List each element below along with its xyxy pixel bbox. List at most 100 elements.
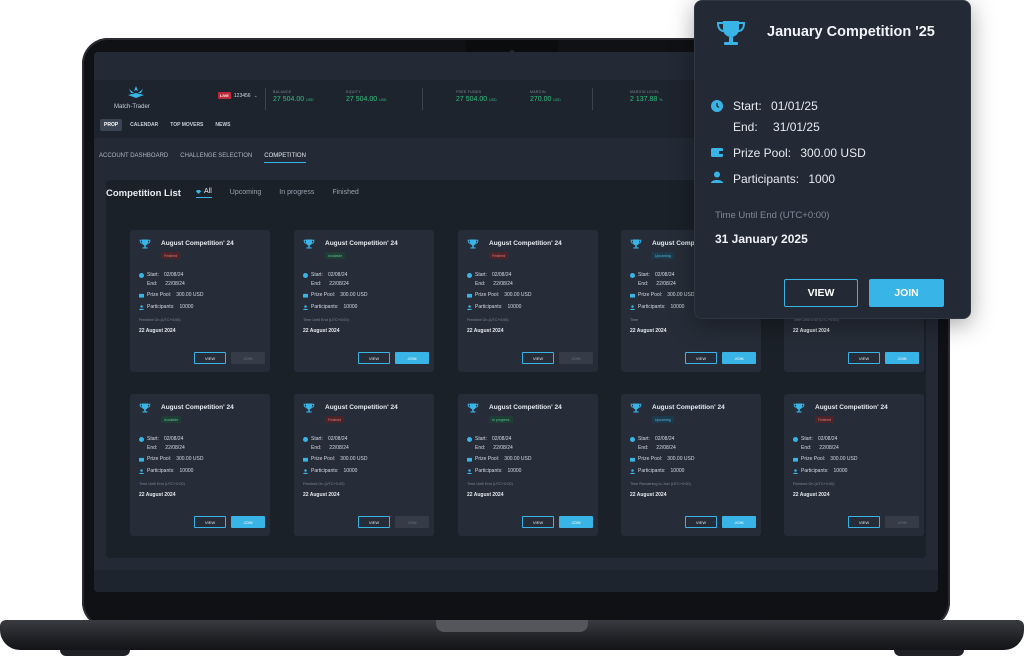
view-button[interactable]: VIEW [358, 516, 390, 528]
join-button[interactable]: JOIN [722, 352, 756, 364]
nav-prop[interactable]: PROP [100, 119, 123, 131]
join-button[interactable]: JOIN [885, 516, 919, 528]
prize-value: 300.00 USD [800, 146, 866, 160]
stat-unit: USD [489, 98, 497, 102]
competition-card: August Competition' 24 Finished Start: 02/0… [784, 394, 924, 536]
view-button[interactable]: VIEW [685, 352, 717, 364]
user-icon [630, 304, 635, 310]
tab-competition[interactable]: COMPETITION [264, 153, 306, 163]
join-button[interactable]: JOIN [885, 352, 919, 364]
time-label: Time Until End (UTC+0:00) [303, 318, 349, 322]
participants-value: 1000 [808, 172, 836, 186]
participants-value: 10000 [179, 304, 194, 310]
tab-challenge-selection[interactable]: CHALLENGE SELECTION [180, 153, 252, 163]
filter-finished[interactable]: Finished [332, 188, 358, 198]
stat-label: FREE FUNDS [456, 90, 482, 94]
stat-equity: EQUITY 27 504.00 USD [346, 90, 387, 103]
competition-popup: January Competition '25 Start: 01/01/25 … [694, 0, 971, 319]
nav-calendar[interactable]: CALENDAR [126, 119, 162, 131]
tab-account-dashboard[interactable]: ACCOUNT DASHBOARD [99, 153, 168, 163]
trophy-icon [467, 239, 479, 249]
participants-label: Participants: [801, 468, 829, 474]
join-button[interactable]: JOIN [231, 352, 265, 364]
join-button[interactable]: JOIN [722, 516, 756, 528]
view-button[interactable]: VIEW [848, 516, 880, 528]
logo[interactable]: Match-Trader [114, 86, 158, 122]
account-number: 123456 [233, 92, 251, 99]
status-badge: Upcoming [652, 416, 674, 423]
filter-in-progress[interactable]: In progress [279, 188, 314, 198]
participants-label: Participants: [475, 468, 503, 474]
screen-footer [94, 570, 938, 592]
join-button[interactable]: JOIN [869, 279, 944, 307]
view-button[interactable]: VIEW [194, 352, 226, 364]
prize-label: Prize Pool: [801, 456, 826, 462]
end-label: End: [801, 445, 812, 451]
participants-value: 10000 [507, 468, 522, 474]
stat-label: EQUITY [346, 90, 361, 94]
start-label: Start: [147, 272, 159, 278]
join-button[interactable]: JOIN [395, 352, 429, 364]
card-title: August Competition' 24 [161, 240, 234, 247]
trophy-icon [716, 21, 746, 45]
filter-upcoming[interactable]: Upcoming [230, 188, 262, 198]
view-button[interactable]: VIEW [358, 352, 390, 364]
view-button[interactable]: VIEW [784, 279, 858, 307]
user-icon [711, 171, 723, 183]
nav-top-movers[interactable]: TOP MOVERS [166, 119, 207, 131]
participants-value: 10000 [670, 304, 685, 310]
filter-all[interactable]: All [196, 188, 212, 198]
status-badge: Upcoming [652, 252, 674, 259]
status-badge: In progress [489, 416, 513, 423]
start-date: 02/08/24 [817, 436, 838, 442]
wallet-icon [793, 457, 798, 462]
view-button[interactable]: VIEW [848, 352, 880, 364]
start-label: Start: [311, 272, 323, 278]
time-value: 22 August 2024 [139, 492, 176, 498]
time-value: 22 August 2024 [303, 328, 340, 334]
wallet-icon [630, 293, 635, 298]
view-button[interactable]: VIEW [194, 516, 226, 528]
participants-label: Participants: [638, 468, 666, 474]
sub-tabs: ACCOUNT DASHBOARD CHALLENGE SELECTION CO… [99, 153, 306, 163]
join-button[interactable]: JOIN [395, 516, 429, 528]
status-badge: Finished [489, 252, 509, 259]
prize-value: 300.00 USD [176, 456, 204, 462]
participants-label: Participants: [733, 172, 800, 186]
end-date: 22/08/24 [656, 281, 676, 287]
view-button[interactable]: VIEW [522, 352, 554, 364]
clock-icon [711, 100, 723, 112]
clock-icon [467, 436, 472, 442]
laptop-foot [894, 650, 964, 656]
trophy-icon [139, 403, 151, 413]
view-button[interactable]: VIEW [685, 516, 717, 528]
join-button[interactable]: JOIN [231, 516, 265, 528]
join-button[interactable]: JOIN [559, 516, 593, 528]
time-label: Finished On (UTC+0:00) [139, 318, 181, 322]
join-button[interactable]: JOIN [559, 352, 593, 364]
prize-label: Prize Pool: [311, 292, 336, 298]
start-date: 02/08/24 [491, 272, 512, 278]
account-selector[interactable]: LIVE 123456 ⌄ [218, 92, 258, 99]
participants-label: Participants: [475, 304, 503, 310]
participants-value: 10000 [343, 304, 358, 310]
end-label: End: [147, 281, 158, 287]
time-value: 22 August 2024 [303, 492, 340, 498]
status-badge: Available [325, 252, 346, 259]
start-date: 02/08/24 [163, 272, 184, 278]
clock-icon [139, 436, 144, 442]
participants-label: Participants: [638, 304, 666, 310]
stat-unit: USD [306, 98, 314, 102]
stat-label: MARGIN [530, 90, 546, 94]
participants-value: 10000 [833, 468, 848, 474]
participants-label: Participants: [311, 468, 339, 474]
stat-value: 27 504.00 [456, 96, 488, 103]
end-label: End: [147, 445, 158, 451]
view-button[interactable]: VIEW [522, 516, 554, 528]
nav-news[interactable]: NEWS [211, 119, 234, 131]
logo-text: Match-Trader [114, 104, 150, 110]
